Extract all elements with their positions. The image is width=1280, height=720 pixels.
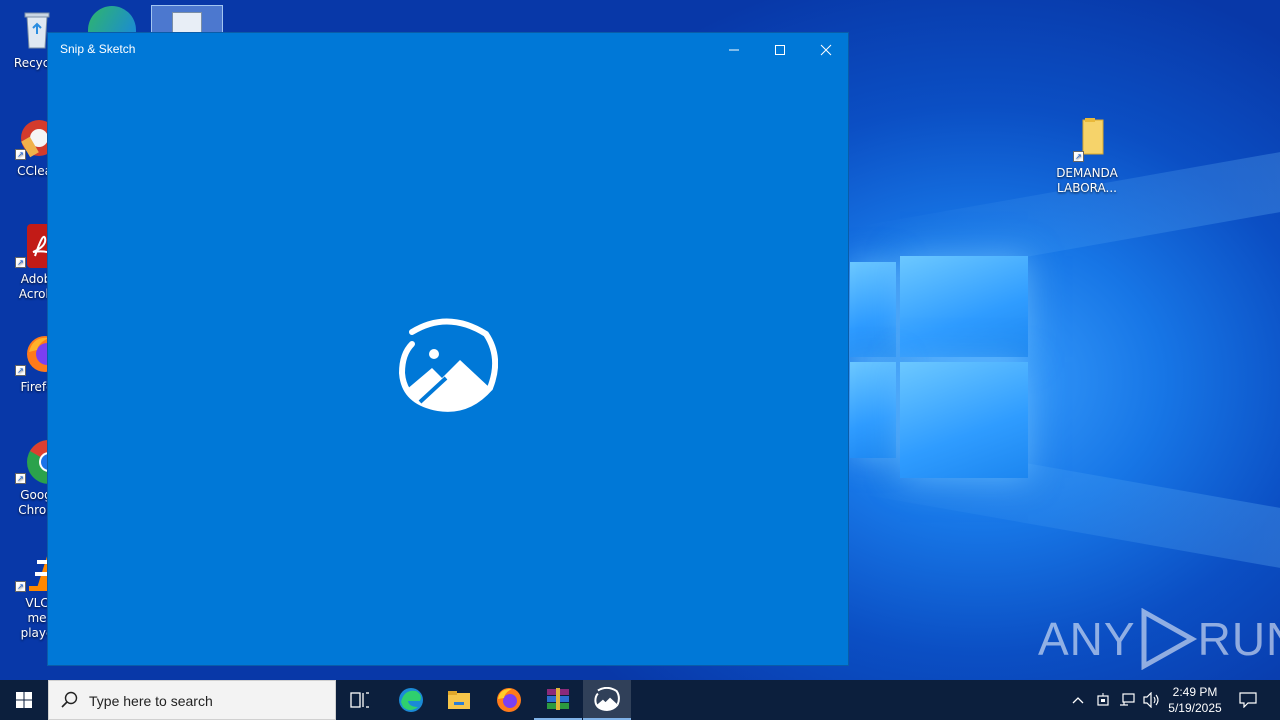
winrar-icon [547, 688, 569, 710]
show-hidden-icons-button[interactable] [1068, 690, 1088, 710]
search-icon [61, 691, 78, 708]
volume-button[interactable] [1141, 690, 1161, 710]
maximize-button[interactable] [757, 33, 803, 66]
task-view-button[interactable] [336, 680, 384, 720]
shortcut-arrow-icon: ↗ [1073, 151, 1084, 162]
notification-icon [1239, 692, 1257, 708]
window-title: Snip & Sketch [60, 42, 136, 56]
anyrun-watermark: ANY RUN [1038, 608, 1280, 670]
search-placeholder: Type here to search [89, 693, 213, 709]
desktop-icon-folder[interactable]: ↗ DEMANDA LABORA... [1050, 118, 1124, 196]
taskbar-clock[interactable]: 2:49 PM 5/19/2025 [1160, 684, 1230, 716]
network-icon [1120, 693, 1135, 706]
shortcut-arrow-icon: ↗ [15, 149, 26, 160]
minimize-icon [729, 49, 739, 50]
windows-logo-wallpaper [850, 240, 1030, 480]
shortcut-arrow-icon: ↗ [15, 257, 26, 268]
shortcut-arrow-icon: ↗ [15, 473, 26, 484]
clock-date: 5/19/2025 [1168, 701, 1222, 715]
snip-sketch-splash-icon [398, 318, 499, 413]
device-icon [1097, 693, 1109, 706]
tray-device-button[interactable] [1093, 690, 1113, 710]
taskbar-firefox[interactable] [485, 680, 533, 720]
edge-icon [399, 688, 423, 712]
taskbar: Type here to search 2:49 PM 5/19/2025 [0, 680, 1280, 720]
shortcut-arrow-icon: ↗ [15, 365, 26, 376]
snip-sketch-window[interactable]: Snip & Sketch [47, 32, 849, 666]
start-button[interactable] [0, 680, 48, 720]
action-center-button[interactable] [1237, 690, 1259, 710]
play-icon [1141, 608, 1197, 670]
taskbar-edge[interactable] [387, 680, 435, 720]
network-button[interactable] [1117, 690, 1137, 710]
close-button[interactable] [803, 33, 849, 66]
taskbar-snip-sketch[interactable] [583, 680, 631, 720]
document-icon [172, 12, 202, 34]
speaker-icon [1143, 692, 1159, 708]
close-icon [820, 44, 832, 55]
snip-sketch-icon [594, 687, 620, 711]
title-bar[interactable]: Snip & Sketch [48, 33, 848, 66]
taskbar-winrar[interactable] [534, 680, 582, 720]
shortcut-arrow-icon: ↗ [15, 581, 26, 592]
selected-desktop-icon[interactable] [151, 5, 223, 34]
clock-time: 2:49 PM [1172, 685, 1218, 699]
task-view-icon [350, 692, 369, 708]
minimize-button[interactable] [711, 33, 757, 66]
edge-desktop-icon[interactable] [88, 6, 136, 34]
file-explorer-icon [448, 691, 470, 709]
taskbar-file-explorer[interactable] [435, 680, 483, 720]
taskbar-search-box[interactable]: Type here to search [48, 680, 336, 720]
desktop-icon-label: DEMANDA LABORA... [1056, 166, 1118, 195]
firefox-icon [497, 688, 521, 712]
chevron-up-icon [1072, 697, 1084, 704]
folder-icon: ↗ [1065, 118, 1109, 162]
windows-start-icon [16, 692, 32, 708]
maximize-icon [775, 44, 785, 55]
